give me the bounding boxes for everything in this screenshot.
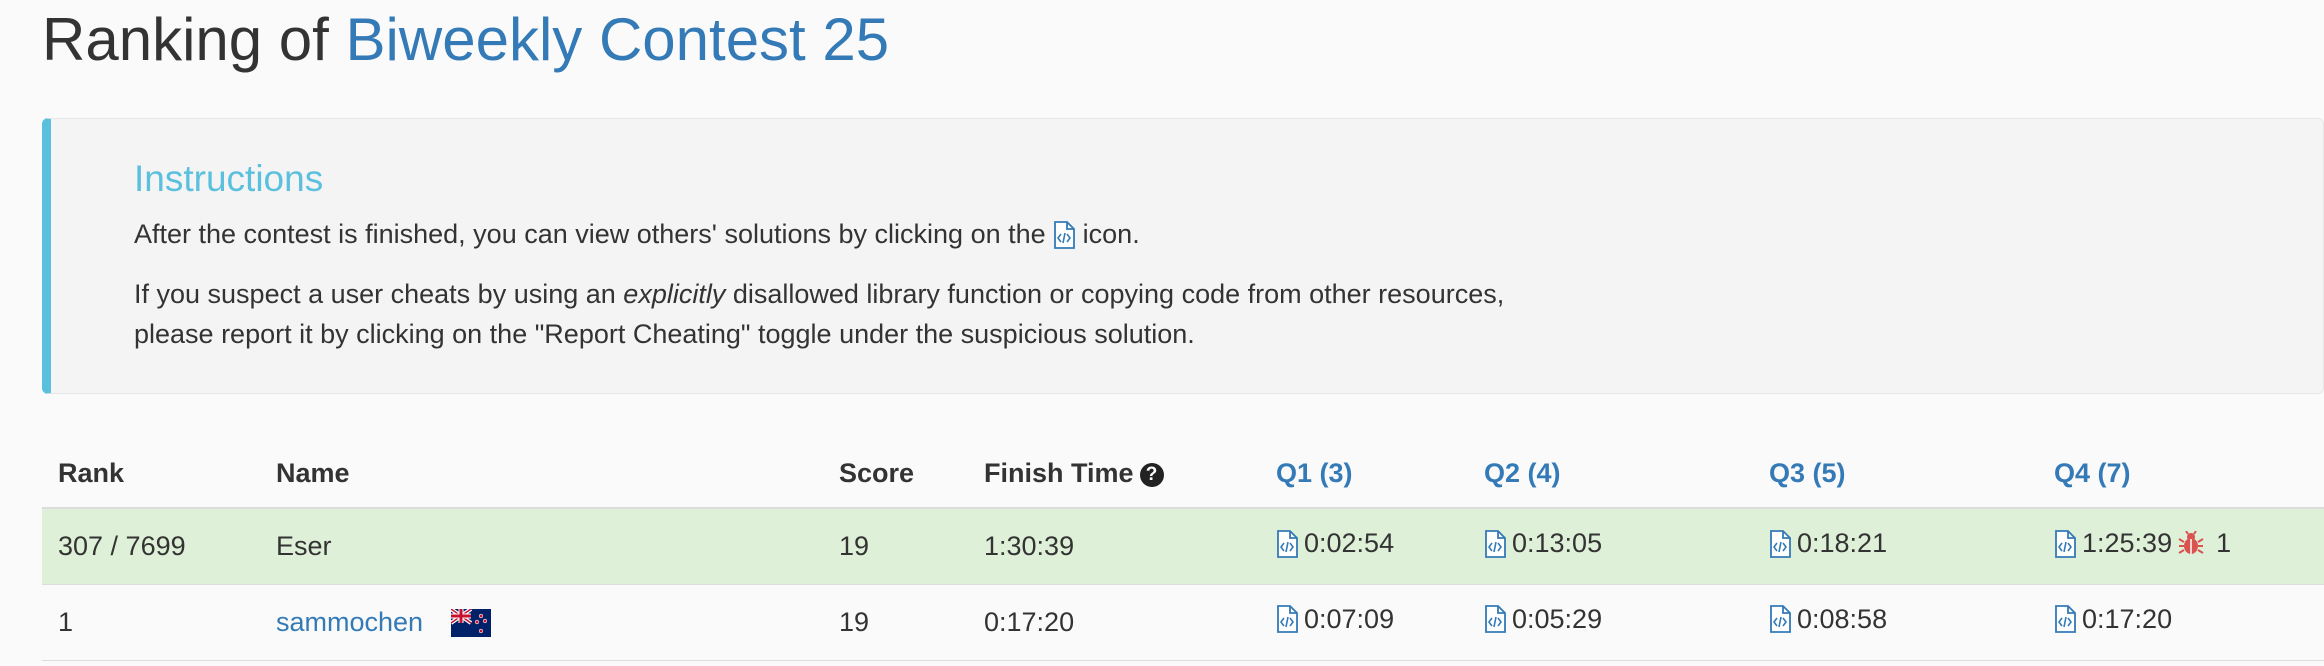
cell-q2: 0:05:29	[1468, 584, 1753, 661]
instructions-heading: Instructions	[134, 158, 324, 199]
contest-link[interactable]: Biweekly Contest 25	[346, 6, 890, 73]
code-file-icon[interactable]	[1276, 529, 1298, 558]
instructions-emphasis: explicitly	[623, 279, 726, 309]
header-finish-time: Finish Time?	[968, 440, 1260, 509]
cell-name: sammochen	[260, 584, 823, 661]
instructions-line-1-text: After the contest is finished, you can v…	[134, 219, 1046, 249]
question-circle-icon[interactable]: ?	[1139, 463, 1164, 487]
header-q3[interactable]: Q3 (5)	[1753, 440, 2038, 509]
ranking-table: Rank Name Score Finish Time? Q1 (3) Q2 (…	[42, 440, 2324, 661]
cell-finish-time: 1:30:39	[968, 508, 1260, 585]
code-file-icon[interactable]	[2054, 605, 2076, 634]
cell-q4: 1:25:39 1	[2038, 508, 2324, 585]
cell-score: 19	[823, 584, 968, 661]
code-file-icon[interactable]	[2054, 529, 2076, 558]
q1-time: 0:07:09	[1304, 603, 1395, 634]
cell-rank: 307 / 7699	[42, 508, 260, 585]
code-file-icon[interactable]	[1484, 605, 1506, 634]
cell-q3: 0:08:58	[1753, 584, 2038, 661]
bug-icon	[2178, 530, 2204, 554]
q3-time: 0:18:21	[1797, 528, 1888, 558]
user-profile-link[interactable]: sammochen	[276, 607, 423, 637]
table-header-row: Rank Name Score Finish Time? Q1 (3) Q2 (…	[42, 440, 2324, 509]
cell-score: 19	[823, 508, 968, 585]
bug-count: 1	[2216, 528, 2232, 558]
new-zealand-flag-icon	[450, 609, 491, 638]
q4-time: 0:17:20	[2082, 603, 2173, 634]
code-file-icon[interactable]	[1769, 529, 1791, 558]
cell-q4: 0:17:20	[2038, 584, 2324, 661]
header-q1[interactable]: Q1 (3)	[1260, 440, 1468, 509]
code-file-icon[interactable]	[1484, 529, 1506, 558]
header-rank: Rank	[42, 440, 260, 509]
instructions-line-2-start: If you suspect a user cheats by using an	[134, 279, 616, 309]
table-row-current-user: 307 / 7699 Eser 19 1:30:39 0:02:54 0:13:…	[42, 508, 2324, 585]
cell-name: Eser	[260, 508, 823, 585]
code-file-icon[interactable]	[1769, 605, 1791, 634]
cell-q1: 0:07:09	[1260, 584, 1468, 661]
cell-finish-time: 0:17:20	[968, 584, 1260, 661]
header-score: Score	[823, 440, 968, 509]
q1-time: 0:02:54	[1304, 528, 1395, 558]
cell-rank: 1	[42, 584, 260, 661]
instructions-line-2-end: disallowed library function or copying c…	[732, 279, 1505, 309]
q3-time: 0:08:58	[1797, 603, 1888, 634]
code-file-icon[interactable]	[1276, 605, 1298, 634]
instructions-line-1-end: icon.	[1082, 219, 1140, 249]
header-q2[interactable]: Q2 (4)	[1468, 440, 1753, 509]
instructions-line-1: After the contest is finished, you can v…	[134, 214, 1140, 254]
table-row: 1 sammochen 19 0:17:20 0:07:09 0:05:29 0…	[42, 584, 2324, 661]
title-prefix: Ranking of	[42, 6, 329, 73]
instructions-line-2: If you suspect a user cheats by using an…	[134, 274, 1504, 354]
page-title: Ranking of Biweekly Contest 25	[42, 4, 889, 76]
header-name: Name	[260, 440, 823, 509]
header-q4[interactable]: Q4 (7)	[2038, 440, 2324, 509]
q2-time: 0:13:05	[1512, 528, 1603, 558]
q2-time: 0:05:29	[1512, 603, 1603, 634]
instructions-panel: Instructions After the contest is finish…	[42, 118, 2324, 394]
cell-q3: 0:18:21	[1753, 508, 2038, 585]
finish-time-label: Finish Time	[984, 458, 1134, 488]
code-file-icon	[1054, 221, 1076, 249]
q4-time: 1:25:39	[2082, 528, 2173, 558]
instructions-line-3: please report it by clicking on the "Rep…	[134, 319, 1195, 349]
cell-q2: 0:13:05	[1468, 508, 1753, 585]
cell-q1: 0:02:54	[1260, 508, 1468, 585]
